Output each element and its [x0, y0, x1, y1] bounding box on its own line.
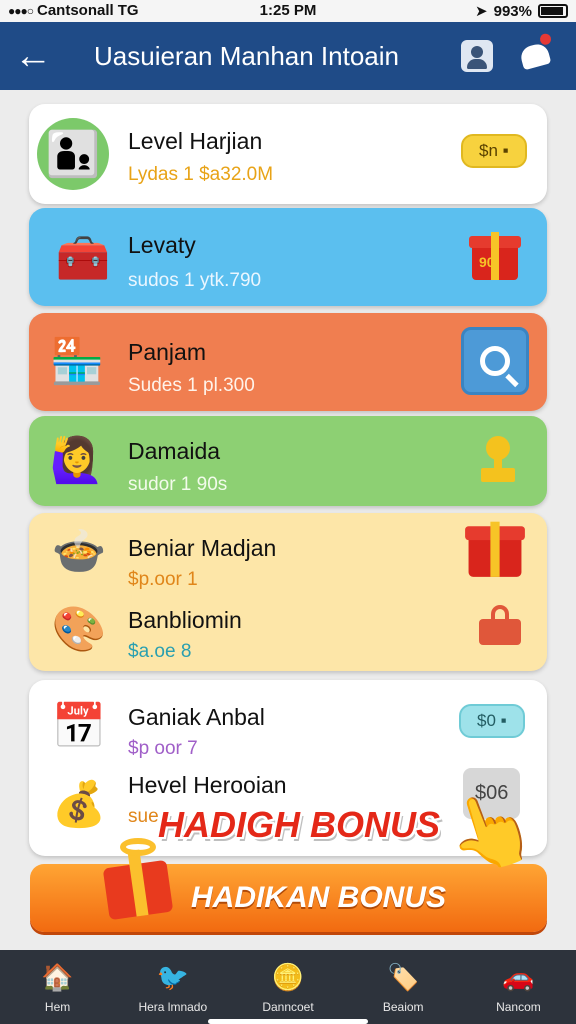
gift-tag: 90 [479, 254, 495, 270]
battery-icon [538, 4, 568, 18]
nav-item-home[interactable]: 🏠 Hem [0, 950, 115, 1024]
nav-item-third[interactable]: 🪙 Danncoet [230, 950, 345, 1024]
bottom-nav: 🏠 Hem 🐦 Hera lmnado 🪙 Danncoet 🏷️ Beaiom… [0, 950, 576, 1024]
notifications-button[interactable] [518, 39, 552, 73]
coin-icon: 🪙 [271, 961, 305, 992]
coins-illustration-icon: 💰 [51, 780, 107, 829]
gift-icon [102, 836, 174, 921]
item-name: Panjam [128, 339, 206, 365]
gift-icon [465, 517, 525, 577]
bonus-banner: HADIGH BONUS [158, 804, 441, 845]
gift-icon: 90 [469, 228, 521, 280]
item-subtitle: sudor 1 90s [128, 474, 228, 495]
app-header: ← Uasuieran Manhan Intoain [0, 22, 576, 90]
bird-icon: 🐦 [156, 961, 189, 992]
home-indicator [208, 1019, 368, 1024]
back-button[interactable]: ← [0, 22, 66, 90]
search-button[interactable] [461, 327, 529, 395]
profile-icon [461, 40, 493, 72]
chest-icon [479, 605, 521, 645]
trophy-icon [481, 436, 515, 482]
calendar-illustration-icon: 📅 [51, 702, 107, 751]
item-price-button[interactable]: $n ▪ [461, 134, 527, 168]
item-subtitle: $p.oor 1 [128, 569, 198, 590]
nav-item-second[interactable]: 🐦 Hera lmnado [115, 950, 230, 1024]
chest-button[interactable] [479, 605, 521, 645]
status-bar: ●●●○ Cantsonall TG 1:25 PM ➤ 993% [0, 0, 576, 22]
list-item-group: 🍲 Beniar Madjan $p.oor 1 🎨 Banbliomin $a… [29, 513, 547, 671]
item-name: Beniar Madjan [128, 535, 277, 561]
nav-label: Hera lmnado [138, 1000, 208, 1014]
nav-item-fifth[interactable]: 🚗 Nancom [461, 950, 576, 1024]
family-illustration-icon: 👨‍👦 [37, 118, 109, 190]
list-item[interactable]: 🏪 Panjam Sudes 1 pl.300 [29, 313, 547, 411]
item-subtitle: $a.oe 8 [128, 641, 192, 662]
shop-illustration-icon: 🏪 [49, 337, 105, 386]
bowl-illustration-icon: 🍲 [51, 527, 107, 576]
toolbox-illustration-icon: 🧰 [55, 234, 111, 283]
nav-label: Beaiom [382, 1000, 424, 1014]
list-item[interactable]: 🧰 Levaty sudos 1 ytk.790 90 [29, 208, 547, 306]
list-item[interactable]: 👨‍👦 Level Harjian Lydas 1 $a32.0M $n ▪ [29, 104, 547, 204]
trophy-button[interactable] [481, 436, 515, 482]
item-subtitle: $p oor 7 [128, 738, 198, 759]
item-price-button[interactable]: $0 ▪ [459, 704, 525, 738]
battery-percent: 993% [493, 2, 532, 20]
tag-icon: 🏷️ [387, 961, 420, 992]
item-subtitle: Sudes 1 pl.300 [128, 375, 255, 396]
page-title: Uasuieran Manhan Intoain [94, 40, 399, 71]
nav-item-fourth[interactable]: 🏷️ Beaiom [346, 950, 461, 1024]
home-icon: 🏠 [41, 961, 74, 992]
nav-label: Hem [44, 1000, 71, 1014]
bonus-button-label: HADIKAN BONUS [191, 881, 446, 914]
item-name: Ganiak Anbal [128, 704, 265, 730]
item-name: Damaida [128, 438, 221, 464]
paint-illustration-icon: 🎨 [51, 605, 107, 654]
item-name: Level Harjian [128, 128, 263, 154]
item-subtitle: sue [128, 806, 159, 827]
car-icon: 🚗 [502, 961, 535, 992]
profile-button[interactable] [460, 39, 494, 73]
item-name: Hevel Herooian [128, 772, 287, 798]
gift-button[interactable] [465, 521, 525, 577]
location-icon: ➤ [475, 3, 488, 20]
nav-label: Danncoet [262, 1000, 314, 1014]
item-name: Levaty [128, 232, 196, 258]
search-icon [480, 346, 510, 376]
item-name: Banbliomin [128, 607, 242, 633]
gift-button[interactable]: 90 [469, 228, 521, 280]
girl-illustration-icon: 🙋‍♀️ [49, 436, 105, 485]
list-item[interactable]: 🙋‍♀️ Damaida sudor 1 90s [29, 416, 547, 506]
item-subtitle: Lydas 1 $a32.0M [128, 164, 274, 185]
bell-icon [518, 41, 552, 71]
back-arrow-icon: ← [14, 34, 52, 77]
nav-label: Nancom [496, 1000, 541, 1014]
item-subtitle: sudos 1 ytk.790 [128, 270, 262, 291]
